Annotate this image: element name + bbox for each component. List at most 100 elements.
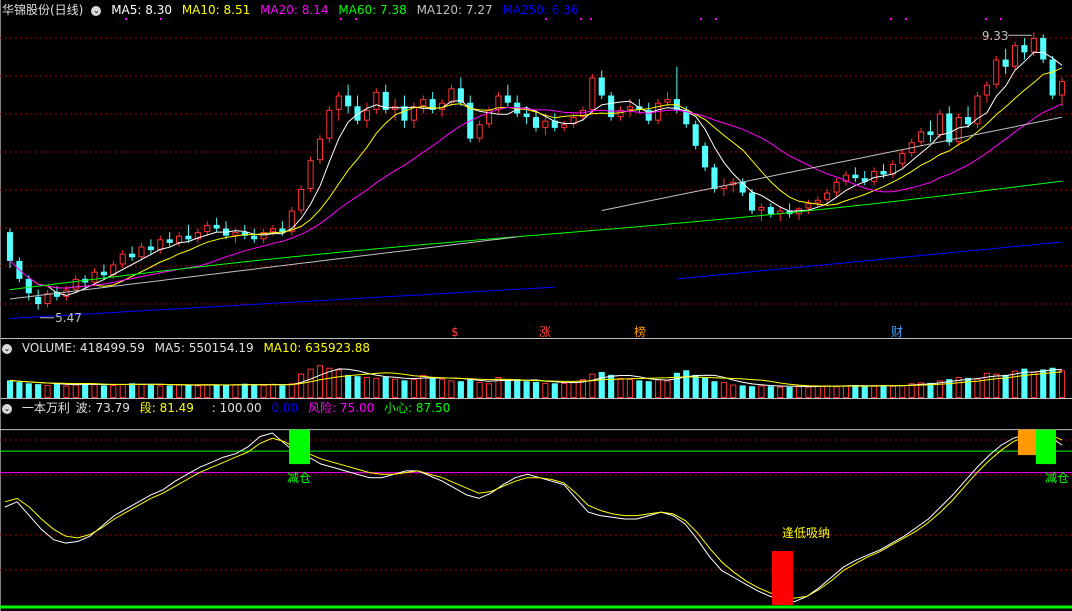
candle-body-down [880,171,887,175]
volume-bar-down [514,379,521,398]
candle-body-up [993,59,1000,85]
volume-bar-down [6,380,14,398]
volume-bar-down [100,385,107,398]
candle-body-down [965,117,972,125]
candle-body-down [35,296,42,305]
candle-body-up [448,88,455,103]
volume-bar-up [91,384,98,399]
volume-bar-up [664,380,671,398]
candle-body-down [25,278,32,294]
volume-bar-up [570,382,577,399]
volume-bar-down [53,383,61,398]
volume-bar-up [730,384,737,398]
volume-bar-down [702,377,709,398]
volume-bar-up [777,386,784,399]
event-dot [580,18,582,20]
indicator-fengxian-label: 风险: 75.00 [308,401,375,415]
candle-body-up [1058,81,1066,96]
candle-body-up [119,253,126,265]
kline-chart-canvas[interactable]: 9.33 5.47 $ 涨 榜 财减仓 减仓逢低吸纳 [0,0,1072,611]
candle-body-down [946,113,953,143]
chevron-down-icon[interactable]: ⌄ [2,343,12,354]
candle-body-up [542,120,549,128]
event-dot [125,18,127,20]
candle-body-up [589,77,596,110]
candle-body-down [711,167,718,189]
candle-body-down [1021,45,1028,53]
volume-bar-up [833,386,840,398]
volume-bar-down [767,386,774,398]
volume-bar-up [307,368,314,399]
event-dot [1000,18,1002,20]
candle-body-down [185,235,192,240]
candle-body-up [307,160,314,189]
volume-bar-down [345,374,352,398]
volume-bar-down [636,380,643,398]
volume-bar-up [260,384,267,399]
volume-bar-down [82,383,89,398]
event-dot [355,18,357,20]
volume-bar-down [739,385,746,398]
candle-body-down [1040,37,1047,60]
volume-bar-down [457,381,464,398]
chevron-down-icon[interactable]: ⌄ [91,5,102,16]
candle-body-up [824,192,831,200]
volume-bar-down [382,377,389,398]
price-panel-header: 华锦股份(日线) ⌄ MA5: 8.30 MA10: 8.51 MA20: 8.1… [0,2,1072,18]
event-marker: 榜 [634,324,646,339]
ma20-label: MA20: 8.14 [260,3,329,17]
volume-bar-up [157,385,164,398]
candle-body-up [918,131,925,143]
volume-bar-up [288,383,295,398]
volume-bar-down [467,379,474,398]
volume-bar-up [993,373,1000,399]
event-dot [340,18,342,20]
candle-body-up [363,109,370,121]
ma120-label: MA120: 7.27 [416,3,493,17]
volume-bar-up [373,377,380,398]
chevron-down-icon[interactable]: ⌄ [2,403,12,414]
volume-bar-down [401,380,408,398]
volume-bar-up [814,385,821,399]
candle-body-up [899,153,906,164]
event-marker: $ [451,325,459,339]
buy-signal-label: 逢低吸纳 [782,526,830,540]
event-dot [715,18,717,20]
volume-bar-up [476,382,483,399]
volume-bar-up [420,374,427,398]
event-marker: 财 [891,325,903,339]
volume-bar-down [683,370,690,398]
candle-body-up [176,235,183,243]
event-dot [160,18,162,20]
volume-bar-up [589,373,596,399]
duan-line [4,434,1063,599]
volume-bar-down [852,384,859,398]
sell-signal-label: 减仓 [1045,471,1069,485]
volume-bar-up [119,384,126,399]
candle-body-down [692,124,699,146]
candle-body-up [335,95,342,110]
indicator-bo-label: 波: 73.79 [75,401,130,415]
volume-bar-up [561,382,568,399]
indicator-name: 一本万利 [21,401,70,415]
sell-signal-block [289,429,310,465]
bo-line [4,432,1063,603]
volume-panel-header: ⌄ VOLUME: 418499.59 MA5: 550154.19 MA10:… [0,340,1072,356]
volume-bar-down [504,380,511,398]
indicator-duan-label: 段: 81.49 [139,401,194,415]
candle-body-down [345,95,352,107]
ma250-line [676,241,1063,280]
candle-body-up [936,113,943,136]
volume-bar-up [269,384,277,398]
volume-bar-up [1030,371,1037,398]
volume-bar-down [166,385,173,398]
volume-bar-down [35,384,42,398]
candle-body-down [213,224,220,229]
volume-bar-down [147,384,154,398]
volume-bar-up [204,384,211,398]
volume-bar-up [1058,370,1066,398]
indicator-panel-header: ⌄ 一本万利 波: 73.79 段: 81.49 : 100.00 0.00 风… [0,400,1072,416]
volume-bar-up [805,386,812,399]
candle-body-up [983,84,990,96]
candle-body-up [269,228,277,233]
